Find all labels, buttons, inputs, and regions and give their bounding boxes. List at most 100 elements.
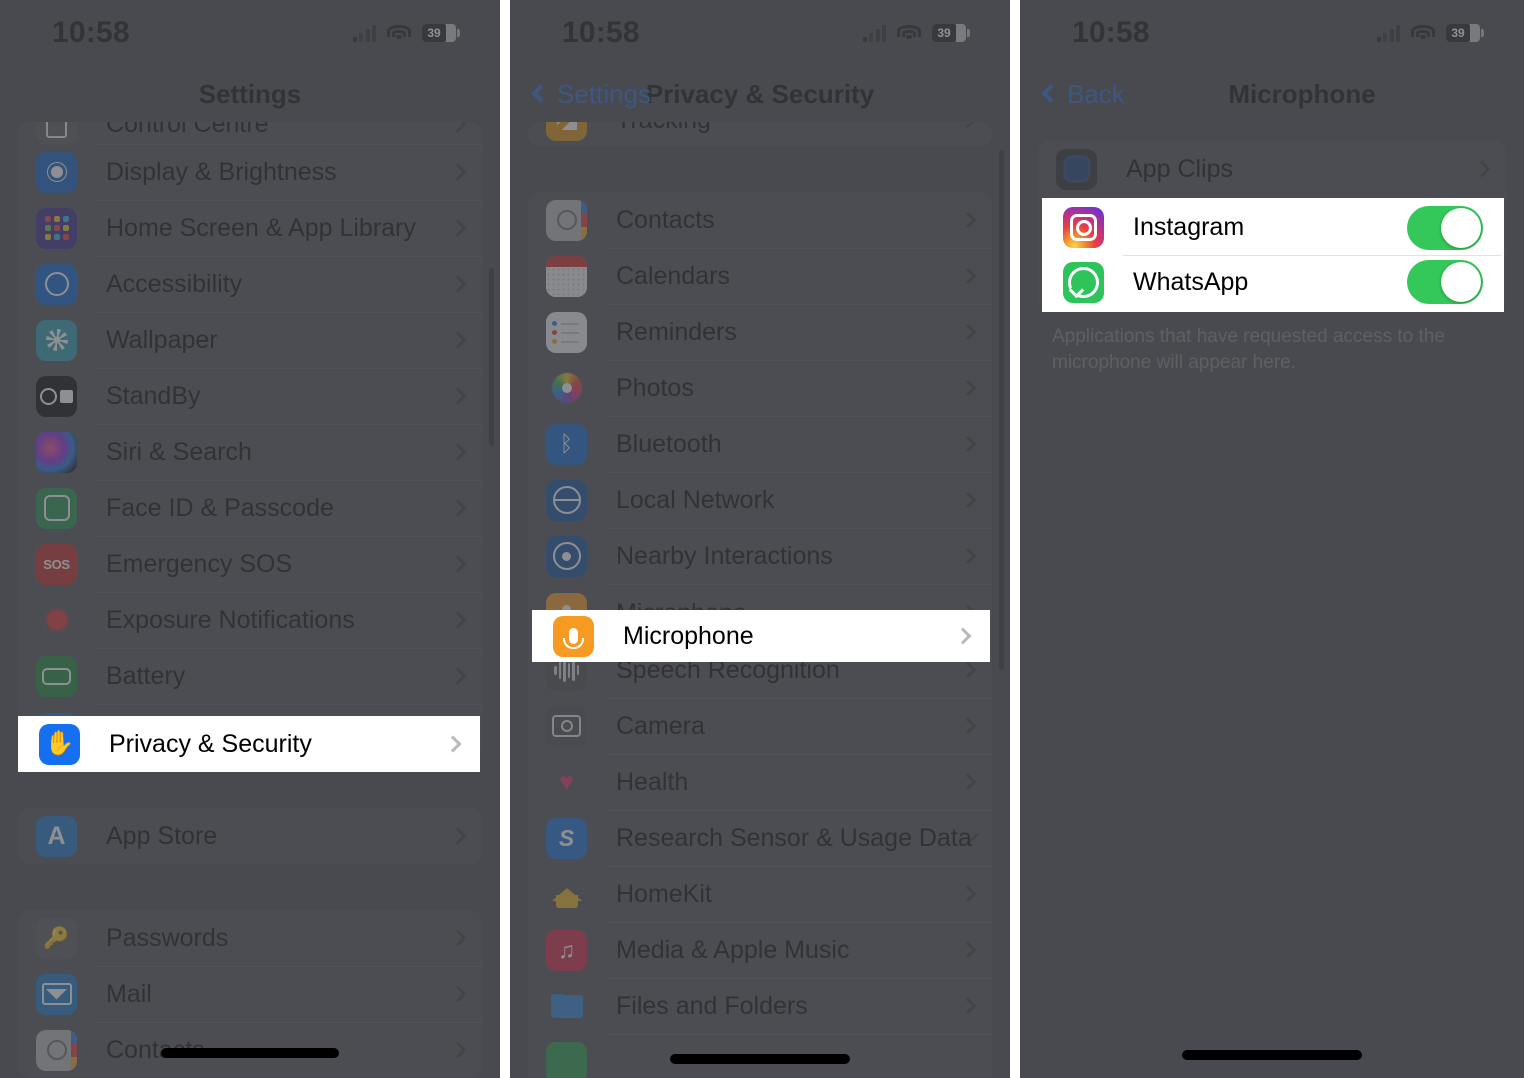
scrollbar-panel1[interactable]	[489, 268, 494, 446]
row-label: Reminders	[616, 317, 737, 346]
chevron-right-icon	[449, 1041, 467, 1059]
highlighted-row-whatsapp[interactable]: WhatsApp	[1045, 255, 1501, 309]
settings-row-face-id[interactable]: Face ID & Passcode	[18, 480, 482, 536]
chevron-right-icon	[959, 491, 977, 509]
cellular-signal-icon	[352, 24, 376, 42]
settings-row-standby[interactable]: StandBy	[18, 368, 482, 424]
app-store-icon: A	[36, 815, 77, 857]
nav-bar-panel2: Settings Privacy & Security	[510, 66, 1010, 122]
highlighted-row-instagram[interactable]: Instagram	[1045, 201, 1501, 255]
chevron-right-icon	[959, 211, 977, 229]
privacy-row-contacts[interactable]: Contacts	[528, 192, 992, 248]
row-label: Photos	[616, 373, 694, 402]
privacy-row-health[interactable]: ♥ Health	[528, 754, 992, 810]
settings-row-exposure-notifications[interactable]: Exposure Notifications	[18, 592, 482, 648]
row-label: Display & Brightness	[106, 157, 337, 186]
mail-icon	[36, 973, 77, 1015]
chevron-right-icon	[449, 219, 467, 237]
tracking-icon	[546, 122, 587, 141]
privacy-row-nearby-interactions[interactable]: Nearby Interactions	[528, 528, 992, 584]
battery-status-icon: 39	[422, 24, 460, 42]
back-button-settings[interactable]: Settings	[510, 79, 651, 110]
nav-bar-panel3: Back Microphone	[1020, 66, 1524, 122]
status-bar-panel2: 10:58 39	[510, 0, 1010, 66]
chevron-right-icon	[449, 611, 467, 629]
scrollbar-panel2[interactable]	[999, 150, 1004, 670]
back-button[interactable]: Back	[1020, 79, 1125, 110]
chevron-right-icon	[449, 985, 467, 1003]
row-label: Instagram	[1133, 213, 1245, 242]
privacy-row-local-network[interactable]: Local Network	[528, 472, 992, 528]
standby-icon	[36, 375, 77, 417]
whatsapp-toggle[interactable]	[1407, 260, 1483, 305]
row-label: Microphone	[623, 621, 754, 650]
media-apple-music-icon: ♫	[546, 929, 587, 971]
wifi-icon	[897, 24, 921, 42]
battery-percent: 39	[937, 26, 951, 40]
panel-divider-2	[1010, 0, 1020, 1078]
chevron-right-icon	[449, 331, 467, 349]
microphone-scroll[interactable]: App Clips Instagram WhatsApp Application…	[1020, 0, 1524, 1078]
row-label: Media & Apple Music	[616, 935, 850, 964]
privacy-group-tracking: Tracking	[528, 122, 992, 146]
reminders-icon	[546, 311, 587, 353]
settings-row-siri-search[interactable]: Siri & Search	[18, 424, 482, 480]
settings-row-mail[interactable]: Mail	[18, 966, 482, 1022]
privacy-row-calendars[interactable]: Calendars	[528, 248, 992, 304]
panel-microphone: App Clips Instagram WhatsApp Application…	[1020, 0, 1524, 1078]
privacy-row-tracking[interactable]: Tracking	[528, 122, 992, 146]
microphone-row-app-clips[interactable]: App Clips	[1038, 140, 1506, 198]
privacy-row-bluetooth[interactable]: ᛒ Bluetooth	[528, 416, 992, 472]
home-indicator	[1182, 1050, 1362, 1060]
settings-row-display-brightness[interactable]: Display & Brightness	[18, 144, 482, 200]
privacy-row-camera[interactable]: Camera	[528, 698, 992, 754]
wifi-icon	[387, 24, 411, 42]
chevron-left-icon	[1041, 84, 1060, 103]
row-label: Calendars	[616, 261, 730, 290]
settings-row-control-centre[interactable]: Control Centre	[18, 122, 482, 145]
contacts-icon	[36, 1029, 77, 1071]
settings-row-wallpaper[interactable]: Wallpaper	[18, 312, 482, 368]
status-time: 10:58	[562, 16, 640, 49]
chevron-right-icon	[959, 941, 977, 959]
cellular-signal-icon	[1376, 24, 1400, 42]
row-label: Emergency SOS	[106, 549, 293, 578]
nearby-interactions-icon	[546, 535, 587, 577]
settings-row-home-screen[interactable]: Home Screen & App Library	[18, 200, 482, 256]
chevron-right-icon	[449, 275, 467, 293]
row-label: Camera	[616, 711, 705, 740]
settings-scroll[interactable]: Control Centre Display & Brightness Home…	[0, 0, 500, 1078]
cellular-signal-icon	[862, 24, 886, 42]
privacy-row-reminders[interactable]: Reminders	[528, 304, 992, 360]
row-label: WhatsApp	[1133, 267, 1249, 296]
chevron-right-icon	[959, 885, 977, 903]
chevron-right-icon	[449, 443, 467, 461]
instagram-toggle[interactable]	[1407, 205, 1483, 250]
privacy-row-photos[interactable]: Photos	[528, 360, 992, 416]
battery-percent: 39	[427, 26, 441, 40]
page-title: Microphone	[1228, 78, 1376, 109]
settings-row-accessibility[interactable]: Accessibility	[18, 256, 482, 312]
status-time: 10:58	[52, 16, 130, 49]
settings-row-battery[interactable]: Battery	[18, 648, 482, 704]
highlighted-row-microphone[interactable]: Microphone	[532, 610, 990, 662]
settings-row-passwords[interactable]: 🔑 Passwords	[18, 910, 482, 966]
bluetooth-icon: ᛒ	[546, 423, 587, 465]
row-label: Nearby Interactions	[616, 541, 833, 570]
settings-group-app-store: A App Store	[18, 808, 482, 864]
settings-row-app-store[interactable]: A App Store	[18, 808, 482, 864]
row-label: Exposure Notifications	[106, 605, 355, 634]
highlighted-row-privacy-security[interactable]: ✋ Privacy & Security	[18, 716, 480, 772]
camera-icon	[546, 705, 587, 747]
row-label: HomeKit	[616, 879, 712, 908]
settings-row-emergency-sos[interactable]: SOS Emergency SOS	[18, 536, 482, 592]
privacy-row-homekit[interactable]: HomeKit	[528, 866, 992, 922]
row-label: Research Sensor & Usage Data	[616, 823, 972, 852]
privacy-scroll[interactable]: Tracking Contacts Calendars	[510, 0, 1010, 1078]
privacy-row-research-sensor[interactable]: S Research Sensor & Usage Data	[528, 810, 992, 866]
privacy-row-media-apple-music[interactable]: ♫ Media & Apple Music	[528, 922, 992, 978]
chevron-right-icon	[959, 661, 977, 679]
chevron-right-icon	[449, 387, 467, 405]
privacy-row-files-and-folders[interactable]: Files and Folders	[528, 978, 992, 1034]
app-clips-icon	[1056, 148, 1097, 190]
